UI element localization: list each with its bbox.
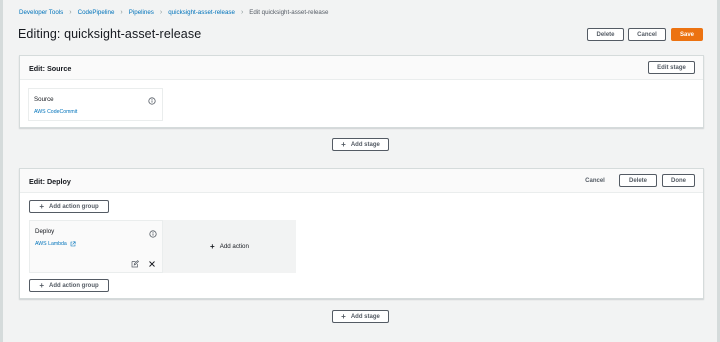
source-stage-header: Edit: Source Edit stage [20, 56, 703, 80]
external-link-icon [70, 241, 76, 247]
cancel-stage-button[interactable]: Cancel [580, 174, 610, 187]
breadcrumb-current: Edit quicksight-asset-release [249, 9, 329, 16]
breadcrumb-pipelines[interactable]: Pipelines [129, 9, 154, 16]
left-edge [0, 0, 3, 342]
action-provider-link[interactable]: AWS Lambda [35, 241, 76, 247]
deploy-action-card: Deploy AWS Lambda [29, 220, 163, 273]
info-icon[interactable] [149, 230, 157, 238]
add-action-group-label: Add action group [49, 203, 99, 210]
action-provider-link[interactable]: AWS CodeCommit [34, 109, 77, 115]
add-stage-label: Add stage [350, 141, 380, 148]
add-action-group-button-top[interactable]: + Add action group [29, 200, 109, 213]
add-stage-label: Add stage [350, 313, 380, 320]
add-stage-button[interactable]: + Add stage [332, 138, 389, 151]
info-icon[interactable] [148, 97, 156, 105]
edit-action-icon[interactable] [131, 260, 139, 268]
breadcrumb: Developer Tools › CodePipeline › Pipelin… [19, 9, 328, 16]
source-stage-title: Edit: Source [29, 64, 72, 73]
breadcrumb-developer-tools[interactable]: Developer Tools [19, 9, 63, 16]
save-button[interactable]: Save [671, 28, 703, 41]
source-stage-panel: Edit: Source Edit stage Source AWS CodeC… [19, 55, 704, 128]
plus-icon: + [341, 311, 346, 321]
plus-icon: + [341, 139, 346, 149]
breadcrumb-pipeline[interactable]: quicksight-asset-release [168, 9, 235, 16]
close-icon[interactable] [148, 260, 156, 268]
source-action-card: Source AWS CodeCommit [28, 88, 163, 121]
chevron-right-icon: › [69, 9, 72, 16]
chevron-right-icon: › [120, 9, 123, 16]
add-action-group-label: Add action group [49, 282, 99, 289]
deploy-stage-title: Edit: Deploy [29, 177, 71, 186]
plus-icon: + [39, 280, 44, 290]
delete-pipeline-button[interactable]: Delete [587, 28, 624, 41]
action-provider-label: AWS Lambda [35, 241, 67, 247]
breadcrumb-codepipeline[interactable]: CodePipeline [78, 9, 115, 16]
add-stage-button[interactable]: + Add stage [332, 310, 389, 323]
add-action-area[interactable]: + Add action [163, 220, 296, 273]
page-title: Editing: quicksight-asset-release [18, 27, 202, 41]
action-name: Deploy [35, 228, 55, 235]
add-action-group-button-bottom[interactable]: + Add action group [29, 279, 109, 292]
action-name: Source [34, 96, 54, 103]
delete-stage-button[interactable]: Delete [619, 174, 657, 187]
edit-stage-button[interactable]: Edit stage [648, 61, 695, 74]
deploy-stage-header: Edit: Deploy Cancel Delete Done [20, 169, 703, 193]
chevron-right-icon: › [159, 9, 163, 16]
add-action-label: Add action [219, 243, 249, 250]
cancel-button[interactable]: Cancel [628, 28, 666, 41]
chevron-right-icon: › [240, 9, 244, 16]
deploy-stage-panel: Edit: Deploy Cancel Delete Done + Add ac… [19, 168, 704, 299]
plus-icon: + [210, 242, 215, 251]
done-button[interactable]: Done [662, 174, 695, 187]
plus-icon: + [39, 201, 44, 211]
